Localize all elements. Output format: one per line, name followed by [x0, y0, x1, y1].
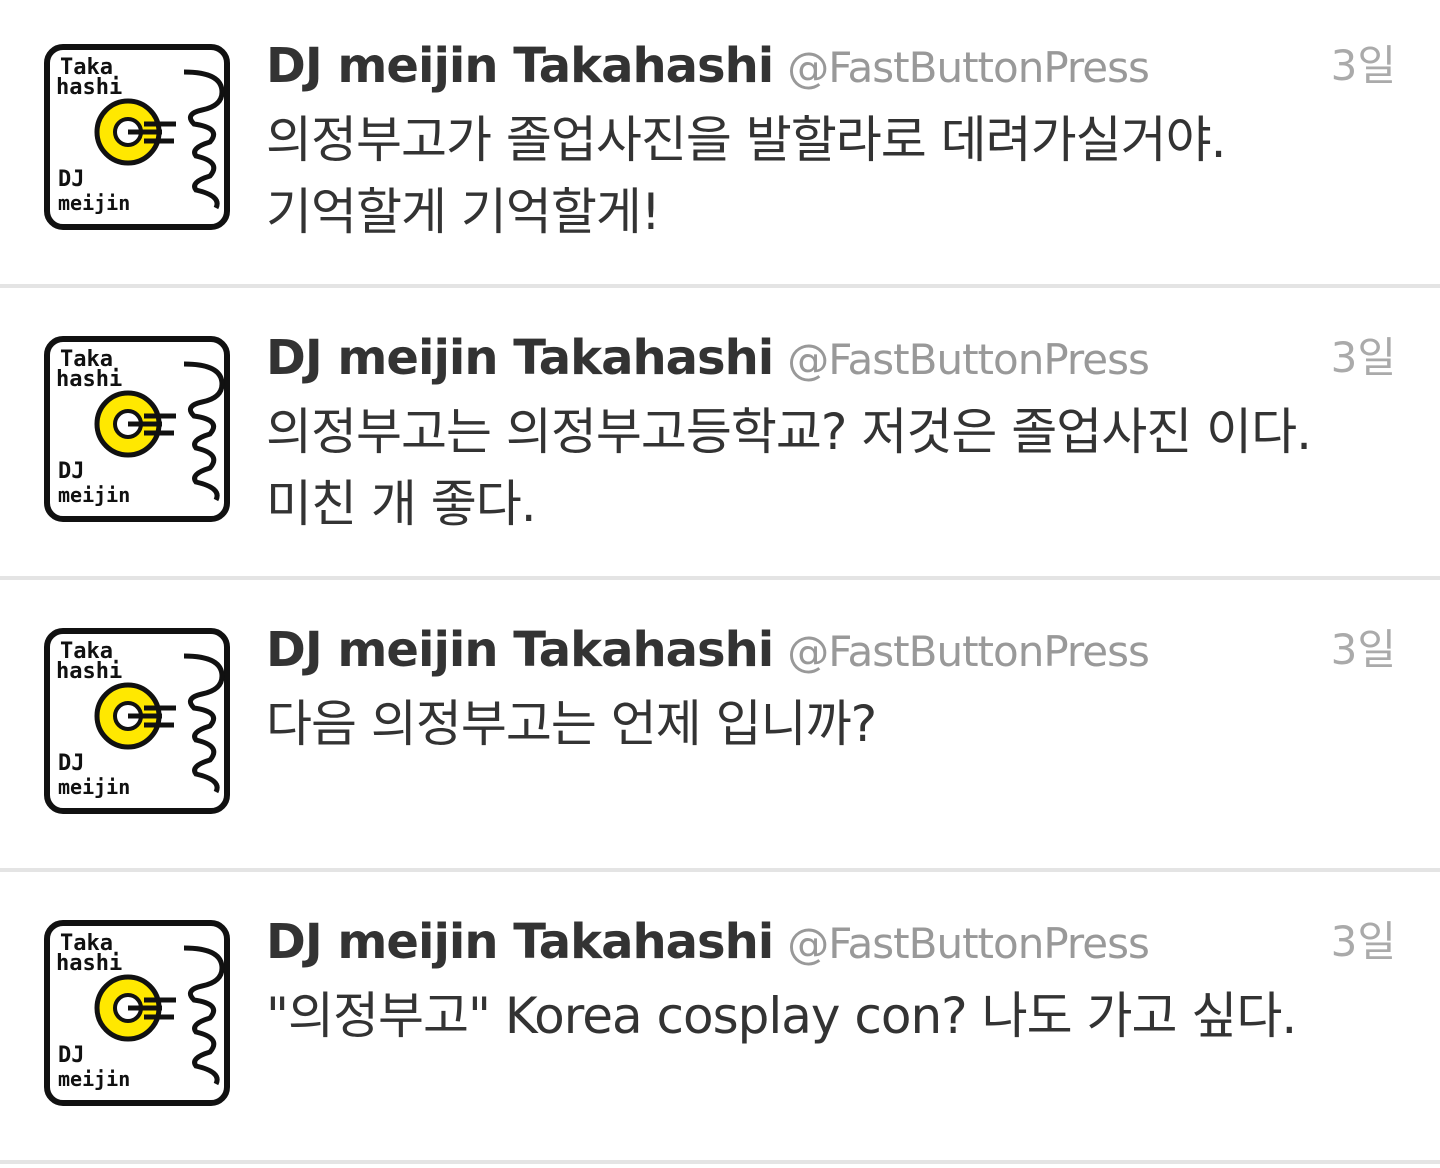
tweet-timestamp[interactable]: 3일	[1331, 34, 1396, 98]
tweet-item[interactable]: Taka hashi DJ meijin DJ meijin Takahashi…	[0, 0, 1440, 288]
tweet-timeline: Taka hashi DJ meijin DJ meijin Takahashi…	[0, 0, 1440, 1168]
tweet-timestamp[interactable]: 3일	[1331, 910, 1396, 974]
dj-meijin-takahashi-logo-icon: Taka hashi DJ meijin	[44, 44, 230, 230]
svg-text:meijin: meijin	[58, 191, 130, 215]
dj-meijin-takahashi-logo-icon: Taka hashi DJ meijin	[44, 920, 230, 1106]
svg-text:meijin: meijin	[58, 1067, 130, 1091]
user-handle[interactable]: @FastButtonPress	[787, 43, 1150, 92]
tweet-item[interactable]: Taka hashi DJ meijin DJ meijin Takahashi…	[0, 876, 1440, 1164]
user-handle[interactable]: @FastButtonPress	[787, 919, 1150, 968]
svg-text:hashi: hashi	[56, 951, 122, 976]
tweet-header: DJ meijin Takahashi @FastButtonPress	[266, 618, 1150, 682]
svg-text:hashi: hashi	[56, 75, 122, 100]
avatar[interactable]: Taka hashi DJ meijin	[44, 920, 230, 1106]
tweet-header: DJ meijin Takahashi @FastButtonPress	[266, 910, 1150, 974]
dj-meijin-takahashi-logo-icon: Taka hashi DJ meijin	[44, 628, 230, 814]
user-handle[interactable]: @FastButtonPress	[787, 627, 1150, 676]
avatar[interactable]: Taka hashi DJ meijin	[44, 44, 230, 230]
tweet-text: 의정부고가 졸업사진을 발할라로 데려가실거야. 기억할게 기억할게!	[266, 111, 1227, 241]
svg-text:DJ: DJ	[58, 459, 85, 484]
tweet-header: DJ meijin Takahashi @FastButtonPress	[266, 34, 1150, 98]
svg-text:hashi: hashi	[56, 367, 122, 392]
tweet-header: DJ meijin Takahashi @FastButtonPress	[266, 326, 1150, 390]
display-name[interactable]: DJ meijin Takahashi	[266, 330, 774, 386]
tweet-item[interactable]: Taka hashi DJ meijin DJ meijin Takahashi…	[0, 292, 1440, 580]
tweet-text: 다음 의정부고는 언제 입니까?	[266, 695, 877, 753]
display-name[interactable]: DJ meijin Takahashi	[266, 914, 774, 970]
display-name[interactable]: DJ meijin Takahashi	[266, 38, 774, 94]
dj-meijin-takahashi-logo-icon: Taka hashi DJ meijin	[44, 336, 230, 522]
svg-text:DJ: DJ	[58, 751, 85, 776]
svg-text:meijin: meijin	[58, 775, 130, 799]
svg-text:DJ: DJ	[58, 167, 85, 192]
tweet-timestamp[interactable]: 3일	[1331, 326, 1396, 390]
avatar[interactable]: Taka hashi DJ meijin	[44, 336, 230, 522]
svg-text:DJ: DJ	[58, 1043, 85, 1068]
display-name[interactable]: DJ meijin Takahashi	[266, 622, 774, 678]
tweet-item[interactable]: Taka hashi DJ meijin DJ meijin Takahashi…	[0, 584, 1440, 872]
avatar[interactable]: Taka hashi DJ meijin	[44, 628, 230, 814]
tweet-timestamp[interactable]: 3일	[1331, 618, 1396, 682]
svg-text:meijin: meijin	[58, 483, 130, 507]
svg-text:hashi: hashi	[56, 659, 122, 684]
tweet-text: 의정부고는 의정부고등학교? 저것은 졸업사진 이다. 미친 개 좋다.	[266, 403, 1312, 533]
user-handle[interactable]: @FastButtonPress	[787, 335, 1150, 384]
tweet-text: "의정부고" Korea cosplay con? 나도 가고 싶다.	[266, 987, 1297, 1045]
